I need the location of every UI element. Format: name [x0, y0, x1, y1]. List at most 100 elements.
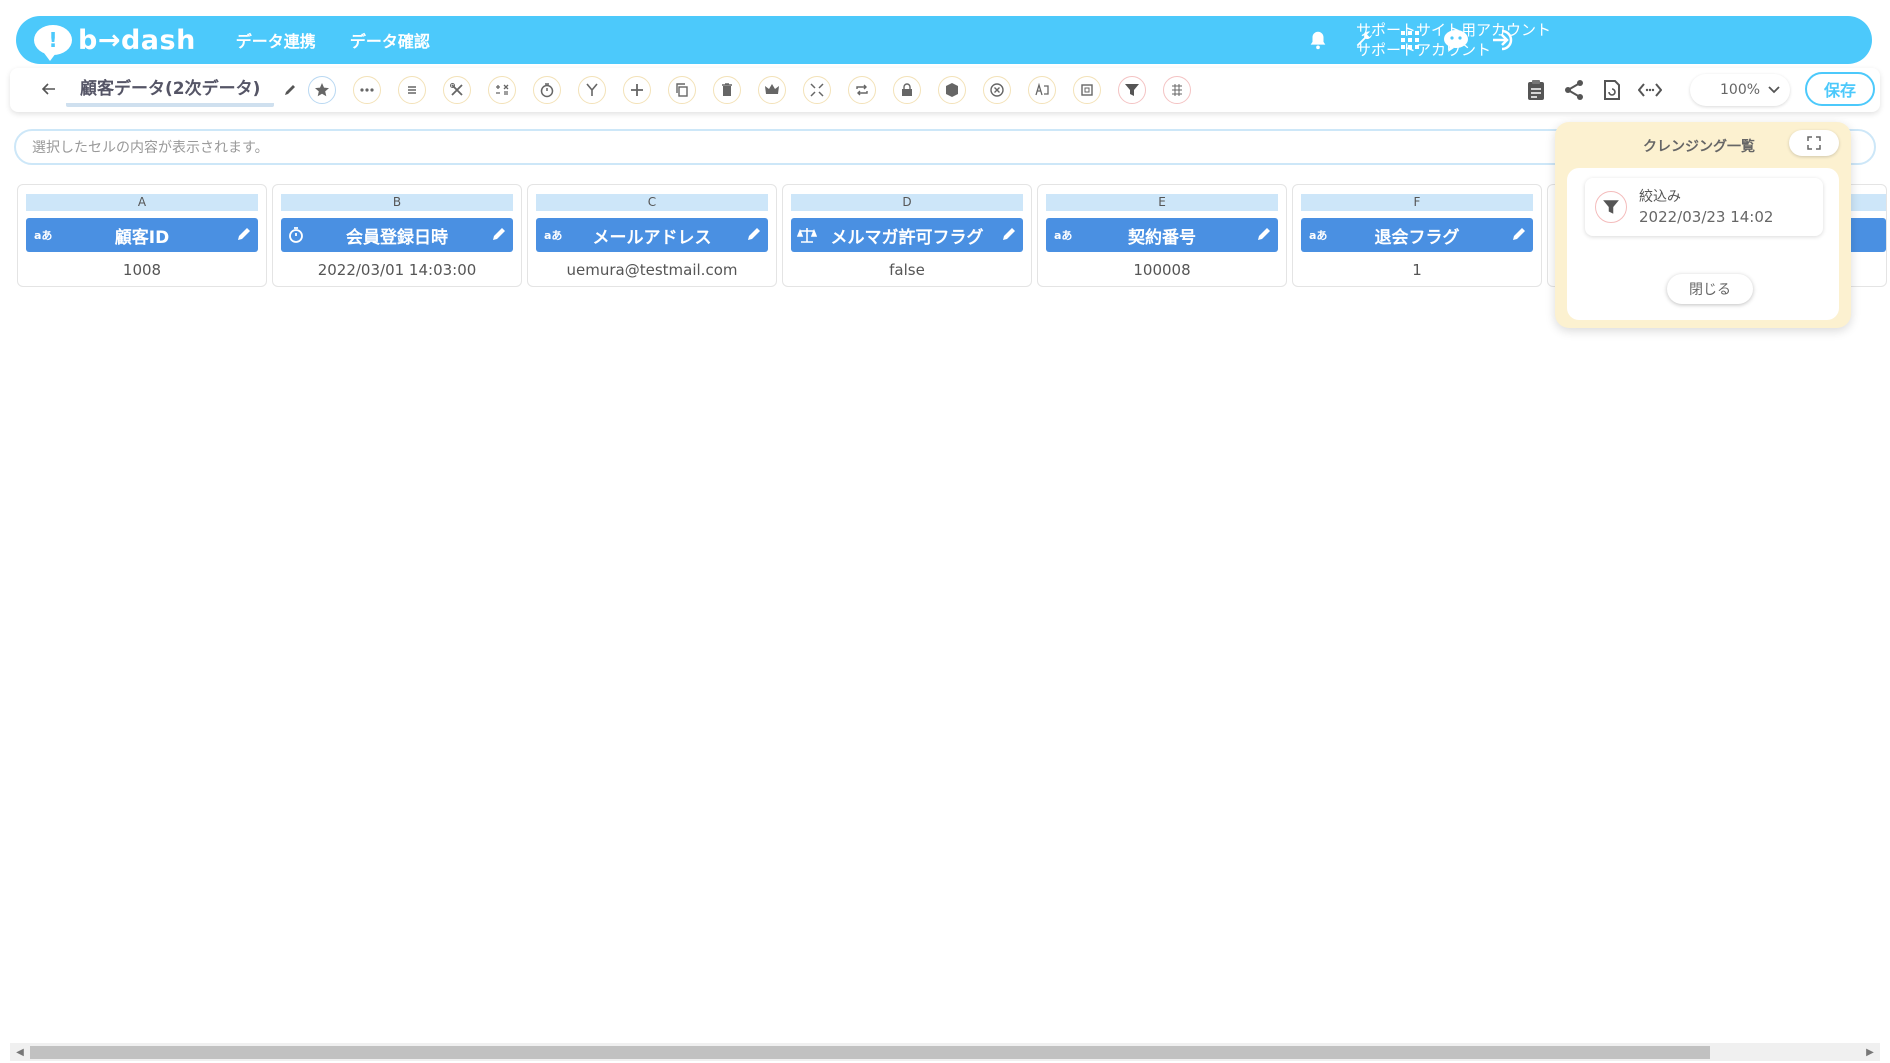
- cell-value[interactable]: 100008: [1038, 261, 1286, 279]
- column-name: メールアドレス: [592, 227, 712, 248]
- column-card[interactable]: E aあ 契約番号 100008: [1037, 184, 1287, 287]
- column-header[interactable]: 会員登録日時: [281, 218, 513, 252]
- column-letter: C: [536, 194, 768, 211]
- tools-cross-icon[interactable]: [443, 76, 471, 104]
- column-name: 契約番号: [1128, 227, 1196, 248]
- copy-icon[interactable]: [668, 76, 696, 104]
- column-header[interactable]: メルマガ許可フラグ: [791, 218, 1023, 252]
- back-arrow-icon[interactable]: [36, 76, 62, 102]
- apps-grid-icon[interactable]: [1394, 24, 1426, 56]
- calc-ops-icon[interactable]: [488, 76, 516, 104]
- step-name: 絞込み: [1639, 189, 1681, 205]
- crown-icon[interactable]: [758, 76, 786, 104]
- page-title: 顧客データ(2次データ): [66, 74, 275, 107]
- column-card[interactable]: B 会員登録日時 2022/03/01 14:03:00: [272, 184, 522, 287]
- cell-value[interactable]: false: [783, 261, 1031, 279]
- column-name: 退会フラグ: [1374, 227, 1460, 248]
- logo-text: b→dash: [78, 24, 196, 56]
- logo[interactable]: ! b→dash: [34, 24, 196, 61]
- text-convert-icon[interactable]: [1028, 76, 1056, 104]
- expand-panel-button[interactable]: [1789, 130, 1839, 156]
- scroll-left-icon[interactable]: ◀: [12, 1043, 28, 1061]
- fullscreen-icon: [1807, 136, 1821, 150]
- sheet-toolbar: 顧客データ(2次データ) 100% 保存: [10, 68, 1880, 112]
- favorite-star-icon[interactable]: [308, 76, 336, 104]
- column-letter: D: [791, 194, 1023, 211]
- filter-icon: [1595, 191, 1627, 223]
- merge-branch-icon[interactable]: [578, 76, 606, 104]
- edit-pencil-icon[interactable]: [1256, 226, 1272, 242]
- lock-shuffle-icon[interactable]: [893, 76, 921, 104]
- scroll-right-icon[interactable]: ▶: [1862, 1043, 1878, 1061]
- column-name: 顧客ID: [114, 227, 170, 248]
- global-header: ! b→dash データ連携 データ確認 サポートサイト用アカウント サポートア…: [16, 16, 1872, 64]
- add-plus-icon[interactable]: [623, 76, 651, 104]
- cell-value[interactable]: uemura@testmail.com: [528, 261, 776, 279]
- code-brackets-icon[interactable]: [1636, 76, 1664, 104]
- edit-pencil-icon[interactable]: [746, 226, 762, 242]
- cleansing-list: 絞込み 2022/03/23 14:02 閉じる: [1567, 168, 1839, 320]
- step-time: 2022/03/23 14:02: [1639, 208, 1774, 226]
- zoom-select[interactable]: 100%: [1690, 74, 1790, 106]
- zoom-value: 100%: [1720, 82, 1761, 98]
- cell-content-placeholder: 選択したセルの内容が表示されます。: [32, 140, 269, 156]
- type-text-icon: aあ: [1054, 229, 1073, 242]
- type-text-icon: aあ: [34, 229, 53, 242]
- trash-icon[interactable]: [713, 76, 741, 104]
- column-header[interactable]: aあ 顧客ID: [26, 218, 258, 252]
- mascot-chat-icon[interactable]: [1440, 24, 1472, 56]
- save-button[interactable]: 保存: [1805, 72, 1875, 106]
- column-letter: B: [281, 194, 513, 211]
- column-card[interactable]: C aあ メールアドレス uemura@testmail.com: [527, 184, 777, 287]
- edit-pencil-icon[interactable]: [236, 226, 252, 242]
- cleansing-step[interactable]: 絞込み 2022/03/23 14:02: [1585, 178, 1823, 236]
- cleansing-panel: クレンジング一覧 絞込み 2022/03/23 14:02 閉じる: [1555, 122, 1851, 328]
- edit-pencil-icon[interactable]: [491, 226, 507, 242]
- refresh-doc-icon[interactable]: [1598, 76, 1626, 104]
- box-icon[interactable]: [938, 76, 966, 104]
- column-card[interactable]: A aあ 顧客ID 1008: [17, 184, 267, 287]
- list-lines-icon[interactable]: [398, 76, 426, 104]
- type-text-icon: aあ: [1309, 229, 1328, 242]
- cell-value[interactable]: 2022/03/01 14:03:00: [273, 261, 521, 279]
- cell-value[interactable]: 1: [1293, 261, 1541, 279]
- nav-data-check[interactable]: データ確認: [350, 28, 430, 52]
- logout-icon[interactable]: [1488, 24, 1520, 56]
- type-datetime-icon: [289, 227, 303, 243]
- repeat-icon[interactable]: [848, 76, 876, 104]
- type-boolean-scale-icon: [797, 228, 817, 243]
- chevron-down-icon: [1768, 86, 1780, 94]
- bell-icon[interactable]: [1302, 24, 1334, 56]
- expand-arrows-icon[interactable]: [803, 76, 831, 104]
- horizontal-scrollbar[interactable]: ◀ ▶: [10, 1043, 1880, 1061]
- numbers-grid-icon[interactable]: [1163, 76, 1191, 104]
- filter-icon[interactable]: [1118, 76, 1146, 104]
- wrench-icon[interactable]: [1348, 24, 1380, 56]
- cell-value[interactable]: 1008: [18, 261, 266, 279]
- more-dots-icon[interactable]: [353, 76, 381, 104]
- scrollbar-thumb[interactable]: [30, 1046, 1710, 1059]
- column-letter: F: [1301, 194, 1533, 211]
- column-letter: E: [1046, 194, 1278, 211]
- edit-pencil-icon[interactable]: [1001, 226, 1017, 242]
- cancel-circle-icon[interactable]: [983, 76, 1011, 104]
- column-card[interactable]: D メルマガ許可フラグ false: [782, 184, 1032, 287]
- edit-title-pencil-icon[interactable]: [278, 78, 302, 102]
- nav-data-integration[interactable]: データ連携: [236, 28, 316, 52]
- page-title-wrap: 顧客データ(2次データ): [66, 74, 275, 107]
- share-icon[interactable]: [1560, 76, 1588, 104]
- close-button[interactable]: 閉じる: [1667, 274, 1753, 304]
- type-text-icon: aあ: [544, 229, 563, 242]
- frame-icon[interactable]: [1073, 76, 1101, 104]
- column-header[interactable]: aあ 退会フラグ: [1301, 218, 1533, 252]
- column-card[interactable]: F aあ 退会フラグ 1: [1292, 184, 1542, 287]
- panel-title: クレンジング一覧: [1643, 139, 1755, 155]
- column-name: メルマガ許可フラグ: [830, 227, 984, 248]
- timer-icon[interactable]: [533, 76, 561, 104]
- column-header[interactable]: aあ 契約番号: [1046, 218, 1278, 252]
- column-header[interactable]: aあ メールアドレス: [536, 218, 768, 252]
- clipboard-icon[interactable]: [1522, 76, 1550, 104]
- column-name: 会員登録日時: [346, 227, 448, 248]
- logo-bubble-icon: !: [34, 25, 72, 61]
- edit-pencil-icon[interactable]: [1511, 226, 1527, 242]
